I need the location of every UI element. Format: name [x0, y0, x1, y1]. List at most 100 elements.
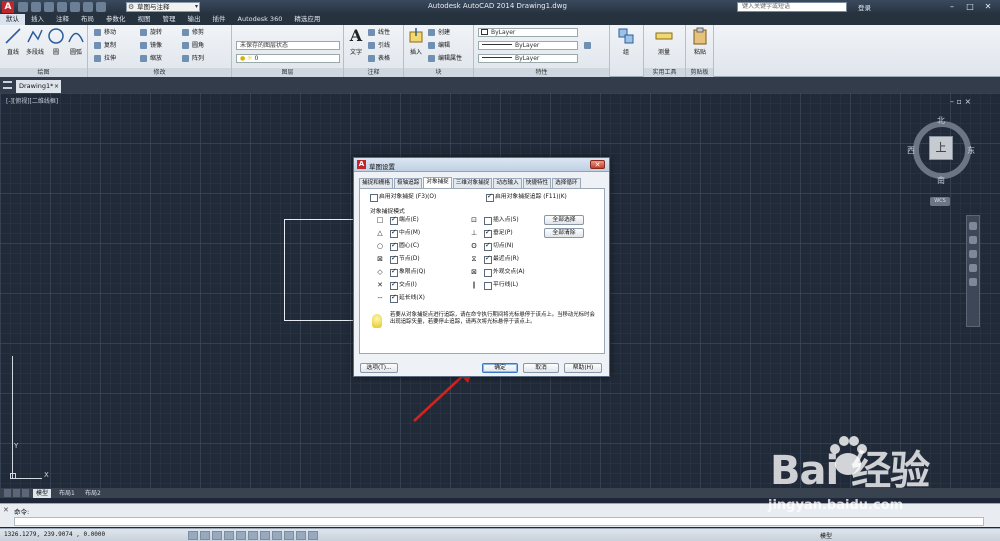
showmotion-icon[interactable]	[969, 278, 977, 286]
stretch-button[interactable]: 拉伸	[94, 54, 116, 63]
login-link[interactable]: 登录	[858, 2, 871, 12]
ok-button[interactable]: 确定	[482, 363, 518, 373]
select-all-button[interactable]: 全部选择	[544, 215, 584, 225]
new-icon[interactable]	[18, 2, 28, 12]
layer-state-select[interactable]: 未保存的图层状态	[236, 41, 340, 50]
layers-panel-title[interactable]: 图层	[232, 68, 343, 77]
enable-tracking-checkbox[interactable]: 启用对象捕捉追踪 (F11)(K)	[486, 192, 567, 202]
tab-default[interactable]: 默认	[0, 14, 25, 25]
fillet-button[interactable]: 圆角	[182, 41, 204, 50]
viewcube-top-face[interactable]: 上	[929, 136, 953, 160]
measure-button[interactable]: 测量	[652, 27, 676, 56]
lineweight-select[interactable]: ByLayer	[478, 54, 578, 63]
autocad-logo-icon[interactable]: A	[2, 1, 14, 13]
object-snap-button[interactable]	[248, 531, 258, 540]
enable-osnap-checkbox[interactable]: 启用对象捕捉 (F3)(O)	[370, 193, 436, 202]
viewcube-south[interactable]: 南	[937, 175, 945, 186]
group-button[interactable]: 组	[614, 27, 638, 56]
minimize-button[interactable]: –	[944, 1, 960, 12]
clipboard-panel-title[interactable]: 剪贴板	[686, 68, 713, 77]
array-button[interactable]: 阵列	[182, 54, 204, 63]
rotate-button[interactable]: 旋转	[140, 28, 162, 37]
copy-button[interactable]: 复制	[94, 41, 116, 50]
move-button[interactable]: 移动	[94, 28, 116, 37]
snap-mode-button[interactable]	[200, 531, 210, 540]
tab-layout2[interactable]: 布局2	[82, 489, 104, 498]
paste-button[interactable]: 粘贴	[688, 27, 712, 56]
object-snap-tracking-button[interactable]	[272, 531, 282, 540]
dynamic-input-button[interactable]	[296, 531, 306, 540]
options-button[interactable]: 选项(T)...	[360, 363, 398, 373]
prev-layout-icon[interactable]	[13, 489, 20, 497]
properties-panel-title[interactable]: 特性	[474, 68, 609, 77]
color-select[interactable]: ByLayer	[478, 28, 578, 37]
text-button[interactable]: A 文字	[344, 27, 368, 57]
linetype-select[interactable]: ByLayer	[478, 41, 578, 50]
endpoint-checkbox[interactable]: 端点(E)	[390, 215, 419, 225]
first-layout-icon[interactable]	[4, 489, 11, 497]
help-button[interactable]: 帮助(H)	[564, 363, 602, 373]
tab-output[interactable]: 输出	[182, 14, 207, 25]
orbit-icon[interactable]	[969, 264, 977, 272]
match-properties-button[interactable]	[584, 41, 592, 50]
redo-icon[interactable]	[96, 2, 106, 12]
tab-model[interactable]: 模型	[33, 489, 52, 498]
close-button[interactable]: ✕	[980, 1, 996, 12]
edit-block-button[interactable]: 编辑	[428, 41, 450, 50]
draw-panel-title[interactable]: 绘图	[0, 68, 87, 77]
tangent-checkbox[interactable]: 切点(N)	[484, 241, 513, 251]
tab-plugins[interactable]: 插件	[207, 14, 232, 25]
tab-parametric[interactable]: 参数化	[100, 14, 132, 25]
save-icon[interactable]	[44, 2, 54, 12]
command-close-icon[interactable]: ✕	[3, 506, 9, 514]
search-input[interactable]: 键入关键字或短语	[737, 2, 847, 12]
save-as-icon[interactable]	[57, 2, 67, 12]
undo-icon[interactable]	[83, 2, 93, 12]
print-icon[interactable]	[70, 2, 80, 12]
linear-dim-button[interactable]: 线性	[368, 28, 390, 37]
utilities-panel-title[interactable]: 实用工具	[644, 68, 685, 77]
tab-view[interactable]: 视图	[132, 14, 157, 25]
modify-panel-title[interactable]: 修改	[88, 68, 231, 77]
table-button[interactable]: 表格	[368, 54, 390, 63]
insert-button[interactable]: 插入	[404, 27, 428, 56]
steering-wheel-icon[interactable]	[969, 222, 977, 230]
block-panel-title[interactable]: 块	[404, 68, 473, 77]
file-tab-drawing1[interactable]: Drawing1* ×	[16, 80, 61, 93]
zoom-icon[interactable]	[969, 250, 977, 258]
edit-attributes-button[interactable]: 编辑属性	[428, 54, 462, 63]
wcs-menu[interactable]: WCS	[930, 197, 950, 206]
scale-button[interactable]: 缩放	[140, 54, 162, 63]
tab-insert[interactable]: 插入	[25, 14, 50, 25]
center-checkbox[interactable]: 圆心(C)	[390, 241, 419, 251]
annotation-panel-title[interactable]: 注释	[344, 68, 403, 77]
arc-button[interactable]: 圆弧	[64, 27, 88, 56]
tab-dynamic-input[interactable]: 动态输入	[493, 178, 522, 188]
menu-icon[interactable]	[3, 81, 12, 89]
3d-object-snap-button[interactable]	[260, 531, 270, 540]
tab-layout[interactable]: 布局	[75, 14, 100, 25]
open-icon[interactable]	[31, 2, 41, 12]
intersection-checkbox[interactable]: 交点(I)	[390, 280, 417, 290]
tab-manage[interactable]: 管理	[157, 14, 182, 25]
close-icon[interactable]: ×	[54, 80, 59, 93]
infer-constraints-button[interactable]	[188, 531, 198, 540]
quadrant-checkbox[interactable]: 象限点(Q)	[390, 267, 425, 277]
midpoint-checkbox[interactable]: 中点(M)	[390, 228, 420, 238]
clear-all-button[interactable]: 全部清除	[544, 228, 584, 238]
maximize-button[interactable]: □	[962, 1, 978, 12]
grid-display-button[interactable]	[212, 531, 222, 540]
apparent-intersection-checkbox[interactable]: 外观交点(A)	[484, 268, 525, 277]
line-button[interactable]: 直线	[1, 27, 25, 56]
node-checkbox[interactable]: 节点(D)	[390, 254, 420, 264]
cancel-button[interactable]: 取消	[523, 363, 559, 373]
create-block-button[interactable]: 创建	[428, 28, 450, 37]
tab-featured-apps[interactable]: 精选应用	[288, 14, 326, 25]
tab-annotate[interactable]: 注释	[50, 14, 75, 25]
tab-quick-properties[interactable]: 快捷特性	[522, 178, 552, 188]
viewcube-east[interactable]: 东	[967, 145, 975, 156]
trim-button[interactable]: 修剪	[182, 28, 204, 37]
workspace-select[interactable]: ⚙ 草图与注释 ▾	[126, 2, 200, 12]
next-layout-icon[interactable]	[22, 489, 29, 497]
current-layer-select[interactable]: ● ☼ 0	[236, 54, 340, 63]
